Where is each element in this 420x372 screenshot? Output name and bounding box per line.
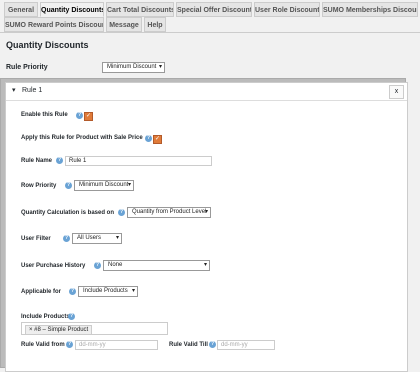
- applicable-for-value: Include Products: [83, 288, 128, 294]
- user-filter-select[interactable]: All Users ▾: [72, 233, 122, 244]
- tab-bar-divider: [0, 32, 420, 33]
- applicable-for-label: Applicable for: [21, 289, 62, 295]
- rule-valid-till-input[interactable]: dd-mm-yy: [217, 340, 275, 350]
- help-icon[interactable]: ?: [66, 341, 73, 348]
- help-icon[interactable]: ?: [68, 313, 75, 320]
- page-title: Quantity Discounts: [6, 40, 89, 50]
- help-icon[interactable]: ?: [65, 182, 72, 189]
- checkmark-icon: ✓: [154, 136, 161, 142]
- user-purchase-history-select[interactable]: None ▾: [103, 260, 210, 271]
- row-priority-label: Row Priority: [21, 183, 57, 189]
- rule-priority-select[interactable]: Minimum Discount ▾: [102, 62, 165, 73]
- help-icon[interactable]: ?: [145, 135, 152, 142]
- user-purchase-history-label: User Purchase History: [21, 263, 86, 269]
- tab-user-role-discounts[interactable]: User Role Discounts: [254, 2, 320, 17]
- rule-title: Rule 1: [22, 87, 43, 94]
- apply-sale-price-label: Apply this Rule for Product with Sale Pr…: [21, 135, 143, 141]
- quantity-calculation-select[interactable]: Quantity from Product Level ▾: [127, 207, 211, 218]
- chevron-down-icon: ▾: [115, 235, 119, 241]
- chevron-down-icon: ▾: [127, 182, 131, 188]
- checkmark-icon: ✓: [85, 113, 92, 119]
- help-icon[interactable]: ?: [63, 235, 70, 242]
- row-priority-select[interactable]: Minimum Discount ▾: [74, 180, 134, 191]
- caret-down-icon[interactable]: ▾: [12, 86, 16, 94]
- rule-priority-label: Rule Priority: [6, 64, 48, 71]
- tab-cart-total-discounts[interactable]: Cart Total Discounts: [106, 2, 174, 17]
- rule-priority-value: Minimum Discount: [107, 64, 157, 70]
- rule-name-label: Rule Name: [21, 158, 53, 164]
- rule-panel-header[interactable]: ▾ Rule 1 x: [6, 83, 407, 101]
- rule-valid-from-label: Rule Valid from: [21, 342, 65, 348]
- chevron-down-icon: ▾: [158, 64, 162, 70]
- row-priority-value: Minimum Discount: [79, 182, 129, 188]
- rule-valid-from-input[interactable]: dd-mm-yy: [75, 340, 158, 350]
- tab-sumo-reward-points-discounts[interactable]: SUMO Reward Points Discounts: [4, 17, 104, 32]
- tab-general[interactable]: General: [4, 2, 38, 17]
- chevron-down-icon: ▾: [204, 209, 208, 215]
- chevron-down-icon: ▾: [131, 288, 135, 294]
- tab-message[interactable]: Message: [106, 17, 142, 32]
- help-icon[interactable]: ?: [118, 209, 125, 216]
- tab-bar: General Quantity Discounts Cart Total Di…: [0, 0, 420, 33]
- close-button[interactable]: x: [389, 85, 404, 99]
- chevron-down-icon: ▾: [203, 262, 207, 268]
- applicable-for-select[interactable]: Include Products ▾: [78, 286, 138, 297]
- help-icon[interactable]: ?: [76, 112, 83, 119]
- apply-sale-price-checkbox[interactable]: ✓: [153, 135, 162, 144]
- rule-panel: ▾ Rule 1 x Enable this Rule ? ✓ Apply th…: [5, 82, 408, 372]
- include-products-field[interactable]: × #8 – Simple Product: [21, 322, 168, 335]
- user-filter-label: User Filter: [21, 236, 51, 242]
- tab-quantity-discounts[interactable]: Quantity Discounts: [40, 2, 104, 17]
- user-purchase-history-value: None: [108, 262, 123, 268]
- tab-help[interactable]: Help: [144, 17, 166, 32]
- user-filter-value: All Users: [77, 235, 102, 241]
- help-icon[interactable]: ?: [69, 288, 76, 295]
- help-icon[interactable]: ?: [56, 157, 63, 164]
- rule-valid-till-label: Rule Valid Till: [169, 342, 208, 348]
- quantity-calculation-value: Quantity from Product Level: [132, 209, 207, 215]
- include-products-label: Include Products: [21, 314, 70, 320]
- product-token[interactable]: × #8 – Simple Product: [25, 325, 93, 335]
- help-icon[interactable]: ?: [94, 262, 101, 269]
- quantity-calculation-label: Quantity Calculation is based on: [21, 210, 115, 216]
- help-icon[interactable]: ?: [209, 341, 216, 348]
- rule-name-input[interactable]: Rule 1: [65, 156, 212, 166]
- tab-special-offer-discounts[interactable]: Special Offer Discounts: [176, 2, 252, 17]
- product-token-label: #8 – Simple Product: [34, 327, 89, 333]
- enable-rule-checkbox[interactable]: ✓: [84, 112, 93, 121]
- enable-rule-label: Enable this Rule: [21, 112, 68, 118]
- tab-sumo-memberships-discounts[interactable]: SUMO Memberships Discounts: [322, 2, 418, 17]
